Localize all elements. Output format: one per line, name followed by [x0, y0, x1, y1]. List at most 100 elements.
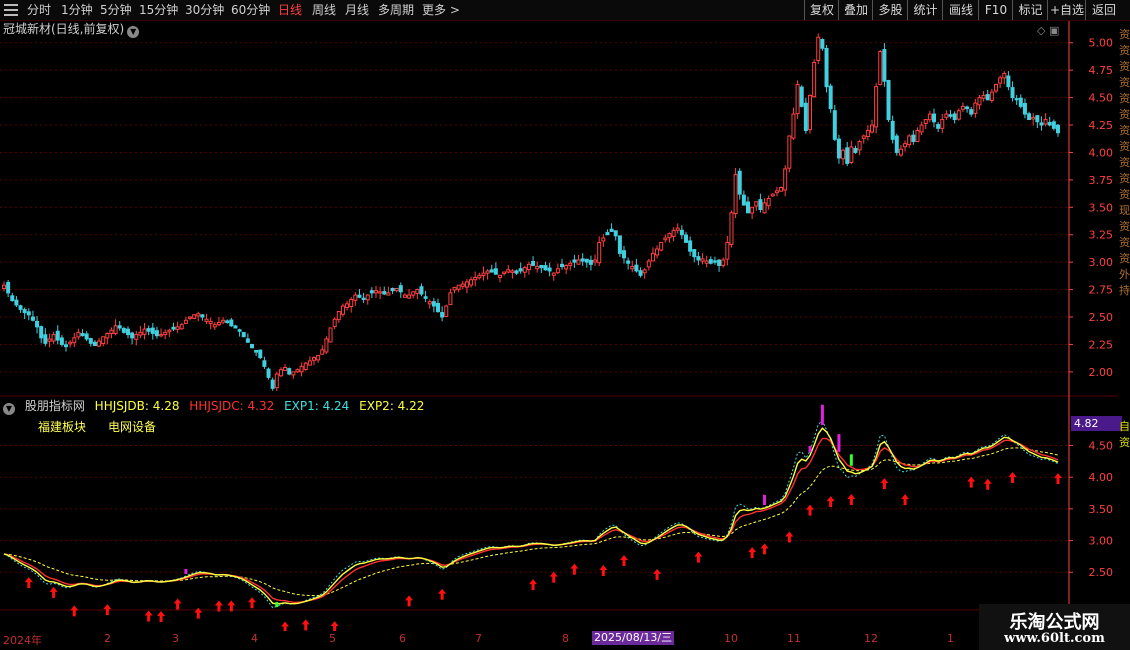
candle-body — [675, 227, 680, 231]
tool-stats-button[interactable]: 统计 — [907, 0, 943, 20]
candle-body — [543, 265, 548, 271]
window-icon[interactable]: ▣ — [1049, 24, 1059, 37]
candle-body — [667, 233, 672, 239]
indicator-dropdown-icon[interactable]: ▼ — [3, 403, 15, 415]
tool-multistock-button[interactable]: 多股 — [872, 0, 908, 20]
period-tab-5min[interactable]: 5分钟 — [100, 0, 132, 20]
candle-body — [506, 269, 511, 273]
tool-overlay-button[interactable]: 叠加 — [838, 0, 873, 20]
candle-body — [799, 86, 804, 107]
right-info-panel[interactable]: 资资资资资资资资资资资现资资资外持 自资 — [1118, 21, 1130, 631]
buy-arrow-icon — [847, 494, 856, 506]
candle-body — [270, 379, 275, 389]
candle-body — [853, 147, 858, 153]
candle-body — [795, 83, 800, 115]
period-tab-fenshi[interactable]: 分时 — [27, 0, 51, 20]
period-tab-more[interactable]: 更多 > — [422, 0, 460, 20]
candle-body — [183, 319, 188, 324]
candle-body — [448, 292, 453, 306]
candle-body — [977, 97, 982, 106]
diamond-icon[interactable]: ◇ — [1037, 24, 1045, 37]
period-tab-15min[interactable]: 15分钟 — [139, 0, 178, 20]
candle-body — [402, 294, 407, 298]
candle-body — [146, 328, 151, 332]
dropdown-icon[interactable]: ▼ — [127, 26, 140, 38]
tool-add-watchlist-button[interactable]: +自选 — [1047, 0, 1086, 20]
candle-body — [332, 318, 337, 327]
candle-body — [597, 241, 602, 264]
tool-drawline-button[interactable]: 画线 — [942, 0, 979, 20]
candle-body — [51, 334, 56, 342]
candle-body — [671, 229, 676, 237]
candle-body — [555, 268, 560, 274]
x-label: 1 — [947, 632, 954, 645]
candle-body — [956, 110, 961, 120]
candle-body — [828, 85, 833, 110]
tool-f10-button[interactable]: F10 — [978, 0, 1013, 20]
candle-body — [353, 294, 358, 301]
period-tab-30min[interactable]: 30分钟 — [185, 0, 224, 20]
stock-title-text: 冠城新材(日线,前复权) — [3, 22, 125, 36]
candle-body — [274, 373, 279, 389]
buy-arrow-icon — [748, 547, 757, 559]
period-tab-monthly[interactable]: 月线 — [345, 0, 369, 20]
candle-body — [2, 284, 6, 289]
tool-fuquan-button[interactable]: 复权 — [804, 0, 839, 20]
candle-body — [535, 266, 540, 270]
candle-body — [10, 295, 15, 302]
candle-body — [88, 338, 93, 344]
candle-body — [431, 301, 436, 307]
candle-body — [836, 138, 841, 159]
x-label: 3 — [172, 632, 179, 645]
candle-body — [72, 337, 77, 344]
candle-body — [336, 311, 341, 321]
period-tab-60min[interactable]: 60分钟 — [231, 0, 270, 20]
candle-body — [30, 316, 35, 321]
tool-back-button[interactable]: 返回 — [1085, 0, 1122, 20]
candle-body — [584, 258, 589, 263]
x-label: 4 — [251, 632, 258, 645]
candle-body — [717, 259, 722, 266]
candle-body — [758, 199, 763, 210]
indicator-tick-label: 3.00 — [1089, 535, 1114, 548]
candle-body — [357, 294, 362, 298]
tool-mark-button[interactable]: 标记 — [1012, 0, 1048, 20]
candle-body — [994, 83, 998, 92]
candle-body — [469, 279, 474, 286]
candle-body — [981, 94, 986, 99]
kline-chart[interactable]: 5.00 4.75 4.50 4.25 4.00 3.75 3.50 3.25 3.00 2.75… — [0, 21, 1130, 631]
candle-body — [26, 311, 31, 316]
candle-body — [729, 212, 734, 246]
candle-body — [159, 334, 164, 337]
period-tab-1min[interactable]: 1分钟 — [61, 0, 93, 20]
period-tab-multi[interactable]: 多周期 — [378, 0, 414, 20]
candle-body — [803, 102, 808, 132]
buy-arrow-icon — [70, 605, 79, 617]
candle-body — [650, 252, 655, 262]
buy-arrow-icon — [405, 595, 414, 607]
period-tab-weekly[interactable]: 周线 — [312, 0, 336, 20]
candle-body — [349, 298, 354, 308]
price-tick-label: 3.50 — [1089, 201, 1114, 214]
candle-body — [845, 147, 850, 164]
candle-body — [1039, 122, 1044, 126]
candle-body — [150, 327, 155, 334]
candle-body — [39, 326, 44, 339]
candle-body — [130, 332, 135, 339]
candle-body — [6, 281, 11, 294]
period-tab-daily[interactable]: 日线 — [278, 0, 302, 20]
candle-body — [634, 264, 639, 272]
candle-body — [18, 305, 23, 310]
candle-body — [109, 329, 114, 334]
candle-body — [973, 102, 978, 114]
candle-body — [1031, 116, 1036, 120]
candle-body — [64, 344, 68, 348]
x-label: 8 — [562, 632, 569, 645]
candle-body — [1056, 124, 1060, 134]
candle-body — [638, 270, 643, 276]
candle-body — [440, 312, 445, 318]
menu-icon[interactable] — [4, 4, 18, 16]
candle-body — [613, 230, 618, 237]
candle-body — [998, 77, 1003, 84]
candle-body — [378, 291, 383, 294]
